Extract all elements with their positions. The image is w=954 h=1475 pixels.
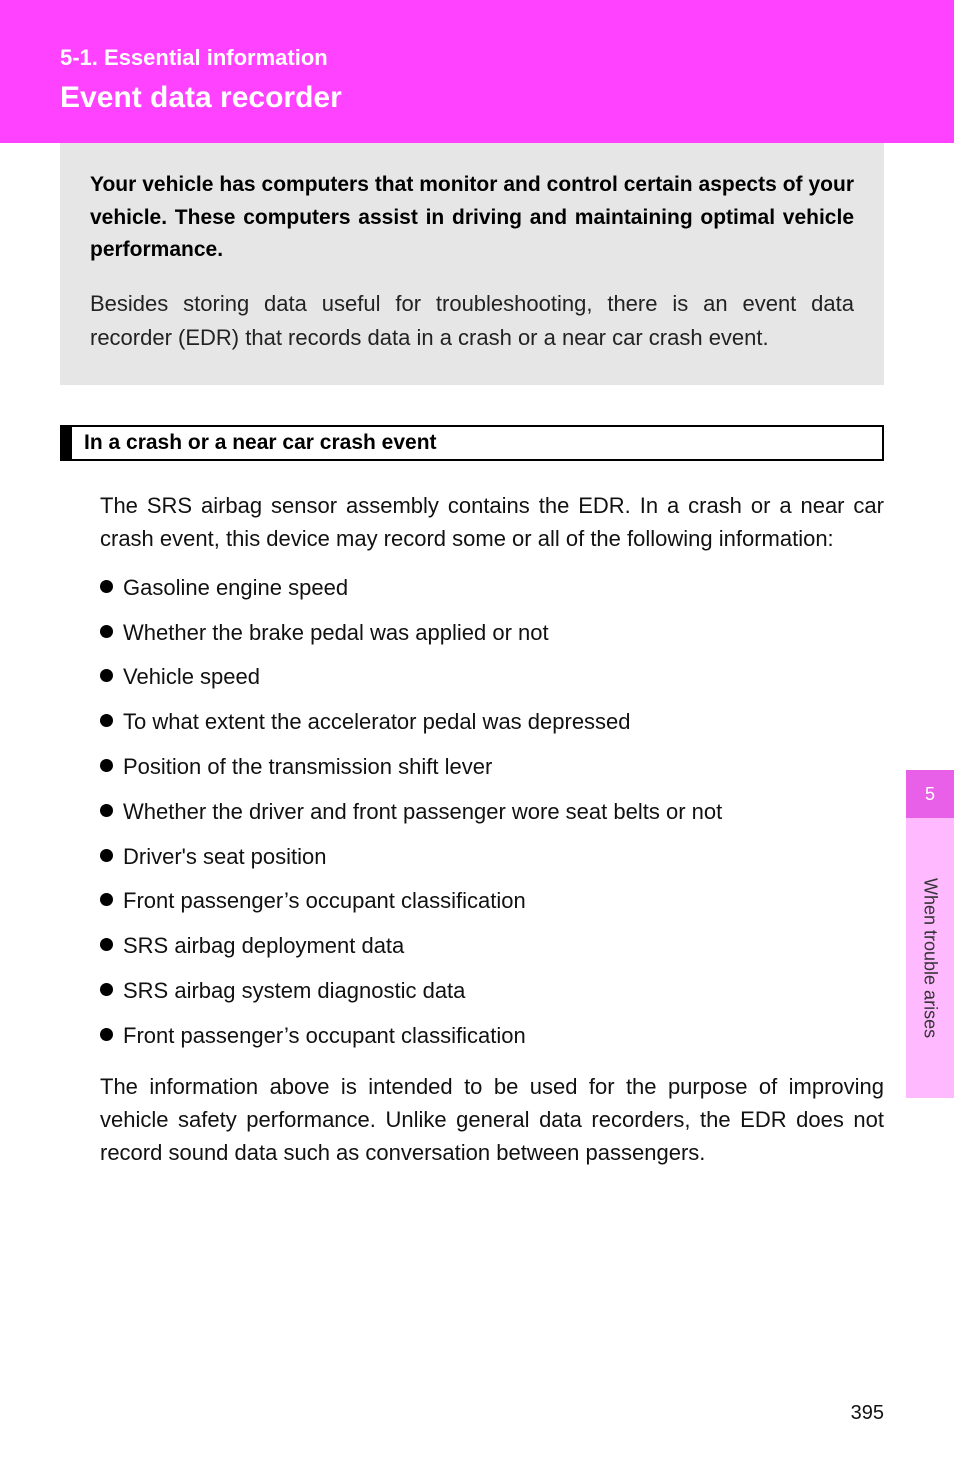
bullet-text: Front passenger’s occupant classificatio… (123, 1021, 526, 1052)
chapter-label-tab: When trouble arises (906, 818, 954, 1098)
subsection-heading-text: In a crash or a near car crash event (70, 425, 884, 461)
intro-bold-text: Your vehicle has computers that monitor … (90, 169, 854, 267)
heading-accent-bar (60, 425, 70, 461)
intro-paragraph: Besides storing data useful for troubles… (90, 287, 854, 355)
bullet-icon (100, 759, 113, 772)
chapter-label-text: When trouble arises (920, 878, 941, 1038)
list-item: Position of the transmission shift lever (100, 752, 884, 783)
body-text: The SRS airbag sensor assembly contains … (60, 489, 884, 1169)
bullet-icon (100, 669, 113, 682)
bullet-text: Front passenger’s occupant classificatio… (123, 886, 526, 917)
bullet-text: Driver's seat position (123, 842, 327, 873)
list-item: Front passenger’s occupant classificatio… (100, 886, 884, 917)
list-item: SRS airbag system diagnostic data (100, 976, 884, 1007)
page-number: 395 (851, 1402, 884, 1425)
intro-box: Your vehicle has computers that monitor … (60, 143, 884, 385)
page: 5-1. Essential information Event data re… (0, 0, 954, 1475)
side-tab: 5 When trouble arises (906, 770, 954, 1098)
bullet-icon (100, 1028, 113, 1041)
bullet-icon (100, 983, 113, 996)
bullet-text: To what extent the accelerator pedal was… (123, 707, 631, 738)
list-item: Whether the brake pedal was applied or n… (100, 618, 884, 649)
list-item: Vehicle speed (100, 662, 884, 693)
bullet-text: Whether the driver and front passenger w… (123, 797, 722, 828)
bullet-text: SRS airbag deployment data (123, 931, 404, 962)
bullet-list: Gasoline engine speed Whether the brake … (100, 573, 884, 1052)
header-band: 5-1. Essential information Event data re… (0, 0, 954, 143)
bullet-icon (100, 938, 113, 951)
list-item: SRS airbag deployment data (100, 931, 884, 962)
bullet-text: SRS airbag system diagnostic data (123, 976, 465, 1007)
chapter-number-tab: 5 (906, 770, 954, 818)
list-item: To what extent the accelerator pedal was… (100, 707, 884, 738)
bullet-icon (100, 849, 113, 862)
list-item: Front passenger’s occupant classificatio… (100, 1021, 884, 1052)
list-item: Gasoline engine speed (100, 573, 884, 604)
bullet-text: Whether the brake pedal was applied or n… (123, 618, 549, 649)
section-chapter: 5-1. Essential information (60, 45, 894, 71)
bullet-text: Position of the transmission shift lever (123, 752, 492, 783)
bullet-text: Vehicle speed (123, 662, 260, 693)
list-item: Whether the driver and front passenger w… (100, 797, 884, 828)
subsection-heading: In a crash or a near car crash event (60, 425, 884, 461)
content-area: Your vehicle has computers that monitor … (0, 143, 954, 1169)
lead-paragraph: The SRS airbag sensor assembly contains … (100, 489, 884, 555)
closing-paragraph: The information above is intended to be … (100, 1070, 884, 1169)
bullet-icon (100, 893, 113, 906)
list-item: Driver's seat position (100, 842, 884, 873)
section-title: Event data recorder (60, 81, 894, 115)
bullet-icon (100, 804, 113, 817)
bullet-text: Gasoline engine speed (123, 573, 348, 604)
bullet-icon (100, 714, 113, 727)
bullet-icon (100, 580, 113, 593)
bullet-icon (100, 625, 113, 638)
